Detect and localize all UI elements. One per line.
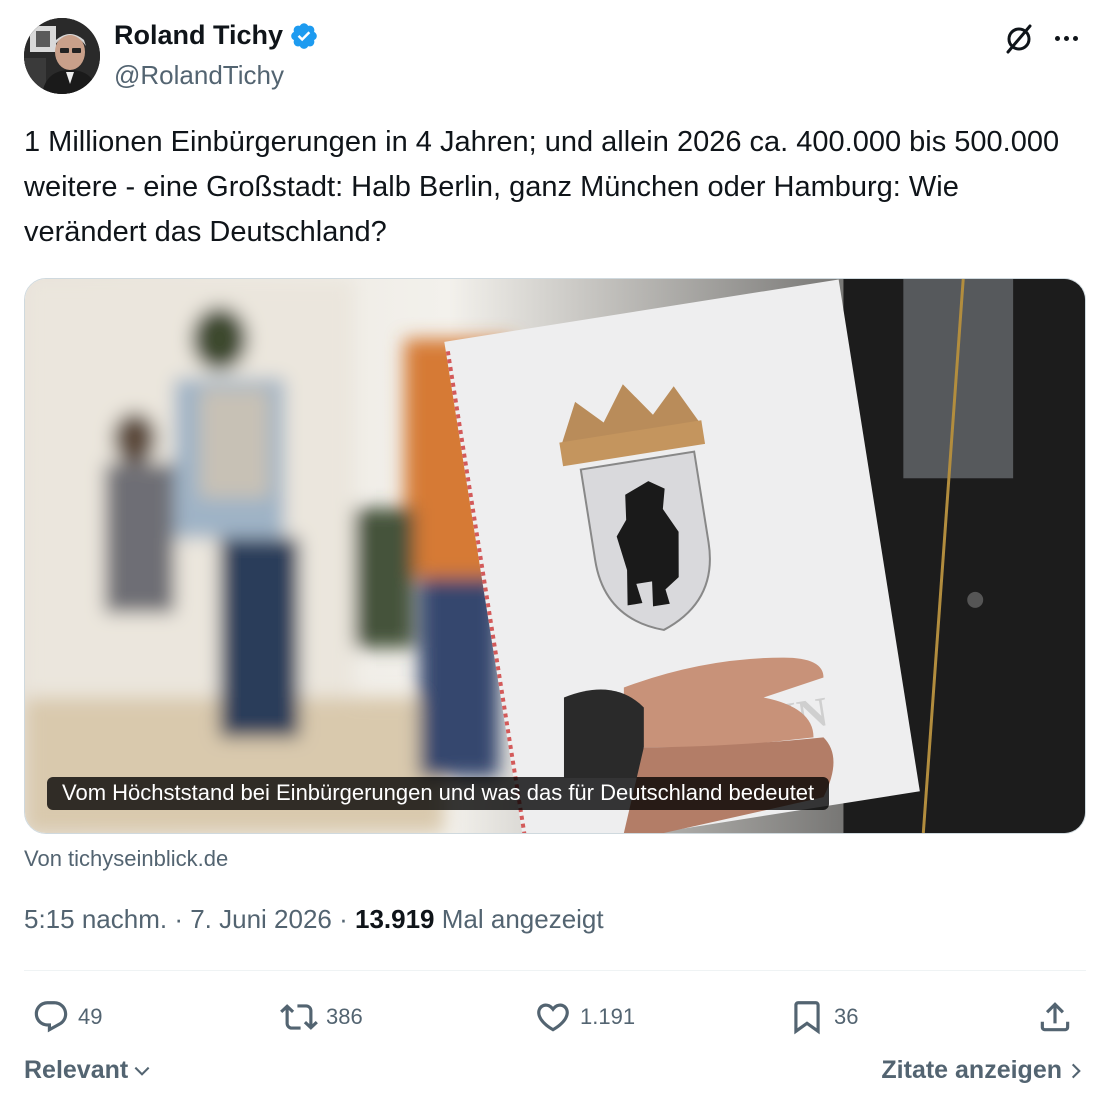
bookmark-button[interactable]: 36 <box>788 992 858 1042</box>
grok-icon[interactable] <box>1002 22 1036 56</box>
avatar[interactable] <box>24 18 100 94</box>
tweet-date[interactable]: 7. Juni 2026 <box>190 904 332 934</box>
share-button[interactable] <box>1036 992 1082 1042</box>
link-card-image[interactable]: BERLIN Vom Höchststand bei Einbürgerunge… <box>24 278 1086 834</box>
meta-separator: · <box>167 904 191 934</box>
tweet-meta: 5:15 nachm. · 7. Juni 2026 · 13.919 Mal … <box>24 904 604 935</box>
verified-badge-icon <box>289 21 319 51</box>
reply-count: 49 <box>78 1004 103 1029</box>
view-quotes-link[interactable]: Zitate anzeigen <box>881 1056 1086 1085</box>
more-options-icon[interactable] <box>1046 20 1086 56</box>
dot <box>1072 35 1078 41</box>
like-count: 1.191 <box>580 1004 636 1029</box>
tweet-header: Roland Tichy @RolandTichy <box>24 18 1086 98</box>
author-handle[interactable]: @RolandTichy <box>114 60 284 91</box>
retweet-button[interactable]: 386 <box>280 992 363 1042</box>
tweet-time[interactable]: 5:15 nachm. <box>24 904 167 934</box>
views-label: Mal angezeigt <box>434 904 604 934</box>
chevron-right-icon <box>1071 1063 1081 1078</box>
chevron-down-icon <box>134 1066 150 1076</box>
meta-separator: · <box>331 904 355 934</box>
like-icon <box>537 1003 569 1032</box>
retweet-icon <box>280 1004 318 1030</box>
tweet-footer: Relevant Zitate anzeigen <box>24 1056 1086 1096</box>
sort-label: Relevant <box>24 1056 129 1084</box>
sort-dropdown[interactable]: Relevant <box>24 1056 152 1085</box>
bookmark-icon <box>794 1001 820 1035</box>
card-source[interactable]: Von tichyseinblick.de <box>24 846 228 872</box>
action-bar: 49 386 1.191 36 <box>24 992 1086 1042</box>
share-icon <box>1040 1002 1070 1032</box>
quotes-label: Zitate anzeigen <box>881 1056 1062 1084</box>
author-name[interactable]: Roland Tichy <box>114 20 283 51</box>
tweet-text: 1 Millionen Einbürgerungen in 4 Jahren; … <box>24 126 1060 248</box>
dot <box>1063 35 1069 41</box>
divider <box>24 970 1086 971</box>
card-caption[interactable]: Vom Höchststand bei Einbürgerungen und w… <box>47 777 830 810</box>
reply-icon <box>34 1001 68 1033</box>
like-button[interactable]: 1.191 <box>534 992 635 1042</box>
bookmark-count: 36 <box>834 1004 859 1029</box>
author-name-row: Roland Tichy <box>114 20 319 51</box>
retweet-count: 386 <box>326 1004 363 1029</box>
views-count[interactable]: 13.919 <box>355 904 435 934</box>
reply-button[interactable]: 49 <box>32 992 102 1042</box>
dot <box>1054 35 1060 41</box>
